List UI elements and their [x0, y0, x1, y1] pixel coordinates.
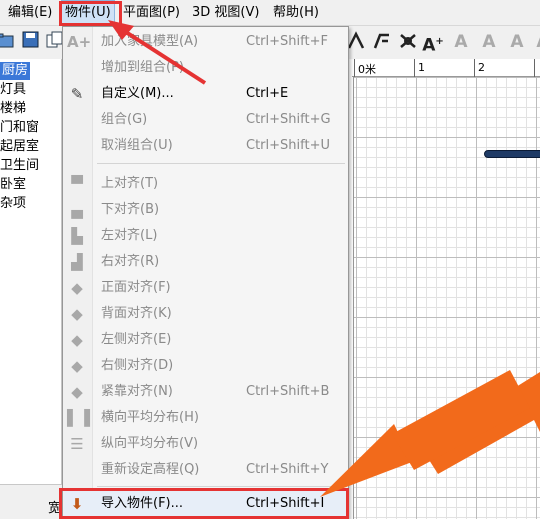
align-bottom-icon: ▄	[71, 201, 83, 219]
menu-item-align-front[interactable]: ◆ 正面对齐(F)	[63, 275, 348, 301]
save-icon[interactable]	[20, 31, 42, 53]
catalog-category-stairs[interactable]: 楼梯	[0, 100, 26, 118]
menu-item-align-bottom[interactable]: ▄ 下对齐(B)	[63, 197, 348, 223]
align-right-side-icon: ◆	[71, 357, 83, 375]
align-left-side-icon: ◆	[71, 331, 83, 349]
align-front-icon: ◆	[71, 279, 83, 297]
ruler-label: 1	[418, 61, 425, 74]
menu-item-align-back[interactable]: ◆ 背面对齐(K)	[63, 301, 348, 327]
menu-plan[interactable]: 平面图(P)	[123, 0, 180, 26]
plan-grid[interactable]	[354, 77, 540, 519]
distribute-horizontal-icon: ▌▐	[67, 409, 91, 427]
menu-separator	[97, 486, 345, 487]
menu-item-align-right[interactable]: ▟ 右对齐(R)	[63, 249, 348, 275]
menu-item-ungroup[interactable]: 取消组合(U) Ctrl+Shift+U	[63, 133, 348, 159]
text-style-icon[interactable]: A	[450, 31, 472, 53]
menu-item-group[interactable]: 组合(G) Ctrl+Shift+G	[63, 107, 348, 133]
distribute-vertical-icon: ☰	[70, 435, 84, 453]
menu-item-distribute-horizontal[interactable]: ▌▐ 横向平均分布(H)	[63, 405, 348, 431]
folder-open-icon[interactable]	[0, 31, 16, 53]
text-style-icon[interactable]: A	[532, 31, 540, 53]
wall-segment[interactable]	[484, 150, 540, 158]
create-rooms-icon[interactable]	[371, 31, 393, 53]
menu-3d-view[interactable]: 3D 视图(V)	[192, 0, 259, 26]
add-furniture-icon: A+	[67, 33, 92, 51]
import-highlight-box	[59, 488, 349, 519]
menu-item-reset-elevation[interactable]: 重新设定高程(Q) Ctrl+Shift+Y	[63, 457, 348, 483]
text-style-icon[interactable]: A	[506, 31, 528, 53]
menu-item-align-side-by-side[interactable]: ◆ 紧靠对齐(N) Ctrl+Shift+B	[63, 379, 348, 405]
horizontal-ruler: 0米 1 2	[352, 59, 540, 77]
menu-item-align-left[interactable]: ▙ 左对齐(L)	[63, 223, 348, 249]
catalog-category-bathroom[interactable]: 卫生间	[0, 157, 39, 175]
menu-highlight-box	[59, 1, 122, 26]
menu-item-add-to-group[interactable]: 增加到组合(P)	[63, 55, 348, 81]
align-top-icon: ▀	[71, 175, 83, 193]
ruler-label: 2	[478, 61, 485, 74]
ruler-label: 0米	[358, 63, 376, 76]
text-style-icon[interactable]: A	[478, 31, 500, 53]
catalog-category-bedroom[interactable]: 卧室	[0, 176, 26, 194]
create-dimensions-icon[interactable]	[397, 31, 419, 53]
catalog-category-kitchen[interactable]: 厨房	[0, 62, 31, 80]
furniture-menu-dropdown: A+ 加入家具模型(A) Ctrl+Shift+F 增加到组合(P) ✎ 自定义…	[62, 26, 349, 519]
menu-item-add-furniture[interactable]: A+ 加入家具模型(A) Ctrl+Shift+F	[63, 29, 348, 55]
menu-item-align-left-side[interactable]: ◆ 左侧对齐(E)	[63, 327, 348, 353]
menu-item-align-right-side[interactable]: ◆ 右侧对齐(D)	[63, 353, 348, 379]
menu-item-distribute-vertical[interactable]: ☰ 纵向平均分布(V)	[63, 431, 348, 457]
align-left-icon: ▙	[71, 227, 83, 245]
align-back-icon: ◆	[71, 305, 83, 323]
furniture-catalog: 厨房 灯具 楼梯 门和窗 起居室 卫生间 卧室 杂项	[0, 59, 62, 484]
catalog-category-living-room[interactable]: 起居室	[0, 138, 39, 156]
menu-edit[interactable]: 编辑(E)	[8, 0, 52, 26]
catalog-category-doors-windows[interactable]: 门和窗	[0, 119, 39, 137]
menu-help[interactable]: 帮助(H)	[273, 0, 319, 26]
menu-item-align-top[interactable]: ▀ 上对齐(T)	[63, 171, 348, 197]
modify-icon: ✎	[70, 85, 84, 103]
menu-item-modify[interactable]: ✎ 自定义(M)... Ctrl+E	[63, 81, 348, 107]
app-window: 编辑(E) 物件(U) 平面图(P) 3D 视图(V) 帮助(H) A+ A A…	[0, 0, 540, 519]
catalog-category-lights[interactable]: 灯具	[0, 81, 26, 99]
align-side-by-side-icon: ◆	[71, 383, 83, 401]
add-text-icon[interactable]: A+	[422, 31, 444, 56]
menu-separator	[97, 163, 345, 164]
catalog-category-misc[interactable]: 杂项	[0, 195, 26, 213]
align-right-icon: ▟	[71, 253, 83, 271]
